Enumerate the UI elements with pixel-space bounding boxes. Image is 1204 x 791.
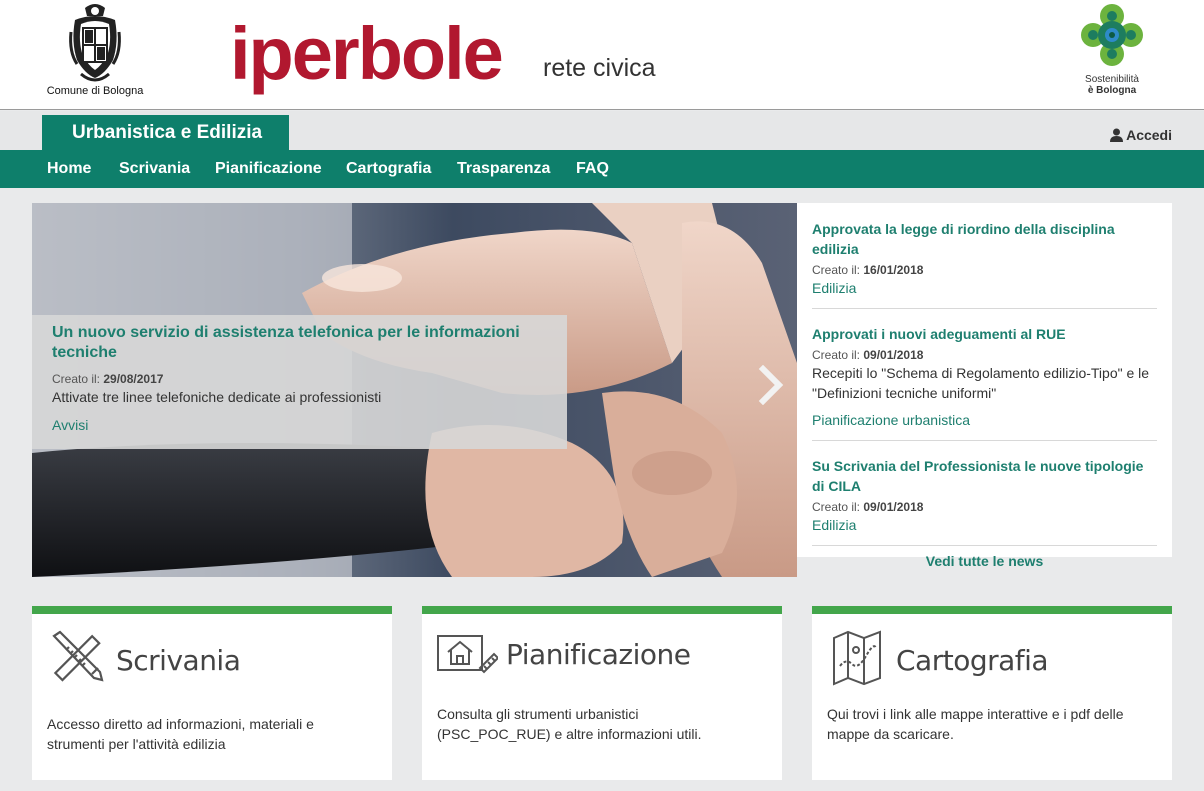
all-news-link[interactable]: Vedi tutte le news: [812, 546, 1157, 569]
news-date-value: 09/01/2018: [863, 500, 924, 514]
news-date-label: Creato il:: [812, 263, 861, 277]
news-item: Su Scrivania del Professionista le nuove…: [812, 441, 1157, 546]
sustainability-line1: Sostenibilità: [1085, 74, 1139, 85]
card-text: Qui trovi i link alle mappe interattive …: [827, 706, 1124, 742]
chevron-right-icon[interactable]: [758, 365, 784, 405]
org-name: Comune di Bologna: [46, 85, 144, 97]
nav-item-faq[interactable]: FAQ: [576, 150, 609, 188]
news-description: Recepiti lo "Schema di Regolamento edili…: [812, 365, 1150, 401]
news-date: Creato il: 09/01/2018: [812, 500, 1157, 514]
news-title[interactable]: Su Scrivania del Professionista le nuove…: [812, 456, 1157, 496]
nav-item-cartografia[interactable]: Cartografia: [346, 150, 431, 188]
card-text: Consulta gli strumenti urbanistici (PSC_…: [437, 706, 702, 742]
nav-item-pianificazione[interactable]: Pianificazione: [215, 150, 322, 188]
carousel-caption: Un nuovo servizio di assistenza telefoni…: [32, 315, 567, 449]
card-title: Cartografia: [896, 644, 1049, 677]
brand-logo-text[interactable]: iperbole: [230, 14, 504, 94]
news-carousel[interactable]: Un nuovo servizio di assistenza telefoni…: [32, 203, 797, 577]
brand-subtitle: rete civica: [543, 54, 656, 82]
news-category[interactable]: Pianificazione urbanistica: [812, 412, 1157, 428]
news-date: Creato il: 09/01/2018: [812, 348, 1157, 362]
section-bar: Urbanistica e Edilizia Accedi: [0, 111, 1204, 150]
card-title: Pianificazione: [506, 638, 691, 671]
news-title[interactable]: Approvati i nuovi adeguamenti al RUE: [812, 324, 1157, 344]
news-date-label: Creato il:: [812, 500, 861, 514]
carousel-text: Attivate tre linee telefoniche dedicate …: [52, 389, 382, 405]
nav-item-scrivania[interactable]: Scrivania: [119, 150, 190, 188]
card-scrivania[interactable]: Scrivania Accesso diretto ad informazion…: [32, 606, 392, 780]
card-title: Scrivania: [116, 644, 241, 677]
sustainability-line2: è Bologna: [1087, 85, 1137, 96]
news-title[interactable]: Approvata la legge di riordino della dis…: [812, 219, 1157, 259]
news-list: Approvata la legge di riordino della dis…: [797, 203, 1172, 569]
sustainability-emblem-icon: [1081, 4, 1143, 66]
section-title-tab[interactable]: Urbanistica e Edilizia: [42, 115, 289, 150]
news-category[interactable]: Edilizia: [812, 517, 1157, 533]
nav-item-trasparenza[interactable]: Trasparenza: [457, 150, 550, 188]
carousel-date: Creato il: 29/08/2017: [52, 372, 547, 386]
login-link[interactable]: Accedi: [1110, 127, 1172, 143]
news-date-value: 16/01/2018: [863, 263, 924, 277]
news-date-label: Creato il:: [812, 348, 861, 362]
card-text: Accesso diretto ad informazioni, materia…: [47, 716, 314, 752]
news-date-value: 09/01/2018: [863, 348, 924, 362]
house-plan-icon: [437, 635, 498, 674]
sustainability-logo[interactable]: Sostenibilità è Bologna: [1072, 2, 1152, 96]
login-label: Accedi: [1126, 127, 1172, 143]
user-icon: [1110, 128, 1124, 142]
news-item: Approvata la legge di riordino della dis…: [812, 203, 1157, 309]
ruler-pencil-icon: [52, 630, 104, 682]
carousel-category[interactable]: Avvisi: [52, 417, 547, 433]
card-cartografia[interactable]: Cartografia Qui trovi i link alle mappe …: [812, 606, 1172, 780]
news-item: Approvati i nuovi adeguamenti al RUE Cre…: [812, 309, 1157, 441]
nav-item-home[interactable]: Home: [47, 150, 91, 188]
bologna-crest-icon: [69, 4, 121, 82]
news-category[interactable]: Edilizia: [812, 280, 1157, 296]
comune-bologna-logo[interactable]: Comune di Bologna: [40, 2, 150, 97]
card-pianificazione[interactable]: Pianificazione Consulta gli strumenti ur…: [422, 606, 782, 780]
main-content: Un nuovo servizio di assistenza telefoni…: [16, 188, 1188, 791]
carousel-date-value: 29/08/2017: [103, 372, 164, 386]
carousel-title[interactable]: Un nuovo servizio di assistenza telefoni…: [52, 323, 547, 363]
main-nav: Home Scrivania Pianificazione Cartografi…: [0, 150, 1204, 188]
news-date: Creato il: 16/01/2018: [812, 263, 1157, 277]
carousel-date-label: Creato il:: [52, 372, 101, 386]
site-header: Comune di Bologna iperbole rete civica S…: [0, 0, 1204, 110]
map-icon: [833, 630, 881, 686]
